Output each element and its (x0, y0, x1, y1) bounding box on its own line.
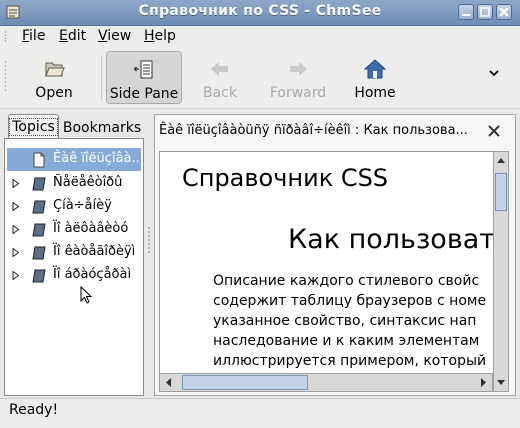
book-icon (32, 223, 46, 237)
book-icon (32, 246, 46, 260)
minimize-button[interactable] (458, 4, 474, 20)
tree-item[interactable]: Ïî áðàóçåðàì (7, 264, 141, 287)
book-icon (32, 177, 46, 191)
minimize-icon (462, 14, 470, 16)
window-title: Справочник по CSS - ChmSee (138, 3, 382, 19)
forward-arrow-icon (290, 62, 307, 76)
maximize-button[interactable] (477, 4, 493, 20)
back-button[interactable]: Back (194, 51, 246, 104)
toolbar-grip (4, 61, 7, 91)
tree-item-label: Ñåëåêòîðû (53, 175, 123, 190)
menu-help-mnemonic: H (144, 28, 155, 44)
tree-item[interactable]: Ïî àëôàâèòó (7, 218, 141, 241)
expand-arrow-icon[interactable] (12, 225, 20, 234)
menu-edit-rest: dit (67, 28, 87, 44)
expand-arrow-icon[interactable] (12, 179, 20, 188)
menu-view[interactable]: View (96, 28, 133, 44)
close-tab-icon[interactable] (485, 122, 503, 140)
expand-arrow-icon[interactable] (12, 248, 20, 257)
back-arrow-icon (211, 62, 228, 76)
menu-file-mnemonic: F (22, 28, 30, 44)
menu-bar: File Edit View Help (0, 26, 520, 48)
scroll-up-arrow-icon[interactable] (497, 157, 505, 165)
forward-label: Forward (269, 85, 327, 101)
status-bar: Ready! (0, 398, 520, 428)
doc-heading-main: Справочник CSS (182, 164, 389, 192)
title-bar: Справочник по CSS - ChmSee (0, 0, 520, 26)
tree-item-label: Ïî àëôàâèòó (53, 221, 129, 236)
menu-view-mnemonic: V (98, 28, 108, 44)
menu-help[interactable]: Help (142, 28, 178, 44)
doc-paragraph-line: наследование и к каким элементам (213, 333, 480, 349)
menubar-grip (4, 31, 7, 42)
side-pane: Topics Bookmarks Êàê ïîëüçîâà... Ñåëåêòî… (4, 114, 144, 396)
tree-item[interactable]: Ñåëåêòîðû (7, 172, 141, 195)
expand-arrow-icon[interactable] (12, 271, 20, 280)
topics-tree: Êàê ïîëüçîâà... Ñåëåêòîðû Çíà÷åíèÿ Ïî àë… (4, 138, 144, 396)
tab-bookmarks-label: Bookmarks (62, 120, 142, 136)
book-icon (32, 200, 46, 214)
open-button[interactable]: Open (28, 51, 80, 104)
horizontal-scrollbar[interactable] (159, 373, 493, 392)
tree-item[interactable]: Êàê ïîëüçîâà... (7, 148, 144, 171)
tree-item-label: Çíà÷åíèÿ (53, 198, 112, 213)
expand-arrow-icon[interactable] (12, 202, 20, 211)
close-icon (499, 7, 509, 17)
tab-topics[interactable]: Topics (8, 114, 59, 138)
status-text: Ready! (9, 402, 59, 418)
tab-topics-label: Topics (9, 118, 58, 136)
menu-view-rest: iew (107, 28, 132, 44)
toolbar-separator (101, 56, 102, 100)
open-label: Open (35, 85, 73, 101)
menu-file-rest: ile (29, 28, 46, 44)
tree-item[interactable]: Ïî êàòåãîðèÿì (7, 241, 141, 264)
scroll-down-arrow-icon[interactable] (497, 378, 505, 386)
side-pane-icon (133, 60, 153, 79)
page-icon (33, 152, 45, 168)
back-label: Back (203, 85, 237, 101)
home-label: Home (354, 85, 396, 101)
menu-file[interactable]: File (20, 28, 47, 44)
close-window-button[interactable] (496, 4, 512, 20)
doc-heading-section: Как пользовать (288, 224, 495, 255)
doc-paragraph-line: указанное свойство, синтаксис нап (213, 313, 477, 329)
home-button[interactable]: Home (350, 51, 400, 104)
tree-item-label: Ïî áðàóçåðàì (53, 267, 132, 282)
side-pane-label: Side Pane (109, 86, 179, 102)
scroll-right-arrow-icon[interactable] (479, 378, 487, 387)
maximize-icon (480, 7, 490, 17)
menu-help-rest: elp (154, 28, 176, 44)
tree-item[interactable]: Çíà÷åíèÿ (7, 195, 141, 218)
vertical-scrollbar[interactable] (493, 151, 509, 392)
mouse-cursor-icon (80, 286, 93, 304)
menu-edit-mnemonic: E (59, 28, 68, 44)
document-pane: Êàê ïîëüçîâàòüñÿ ñïðàâî÷íèêîì : Как поль… (154, 114, 516, 396)
document-tab-title[interactable]: Êàê ïîëüçîâàòüñÿ ñïðàâî÷íèêîì : Как поль… (159, 123, 468, 138)
home-icon (363, 59, 387, 79)
menu-edit[interactable]: Edit (57, 28, 88, 44)
document-content[interactable]: Справочник CSS Как пользовать Описание к… (159, 151, 495, 392)
book-icon (32, 269, 46, 283)
side-pane-button[interactable]: Side Pane (106, 51, 182, 104)
toolbar: Open Side Pane Back Forward Home (0, 48, 520, 109)
forward-button[interactable]: Forward (266, 51, 330, 104)
vertical-scroll-thumb[interactable] (495, 173, 507, 211)
toolbar-overflow-icon[interactable] (488, 68, 500, 78)
doc-paragraph-line: иллюстрируется примером, который (213, 353, 487, 369)
tree-item-label: Êàê ïîëüçîâà... (53, 151, 144, 166)
doc-paragraph-line: содержит таблицу браузеров с номе (213, 293, 487, 309)
scroll-left-arrow-icon[interactable] (165, 378, 173, 387)
folder-open-icon (45, 62, 65, 77)
tab-bookmarks[interactable]: Bookmarks (60, 117, 144, 139)
horizontal-scroll-thumb[interactable] (182, 375, 308, 390)
pane-splitter-handle[interactable] (147, 225, 151, 255)
doc-paragraph-line: Описание каждого стилевого свойс (213, 273, 480, 289)
tree-item-label: Ïî êàòåãîðèÿì (53, 244, 136, 259)
